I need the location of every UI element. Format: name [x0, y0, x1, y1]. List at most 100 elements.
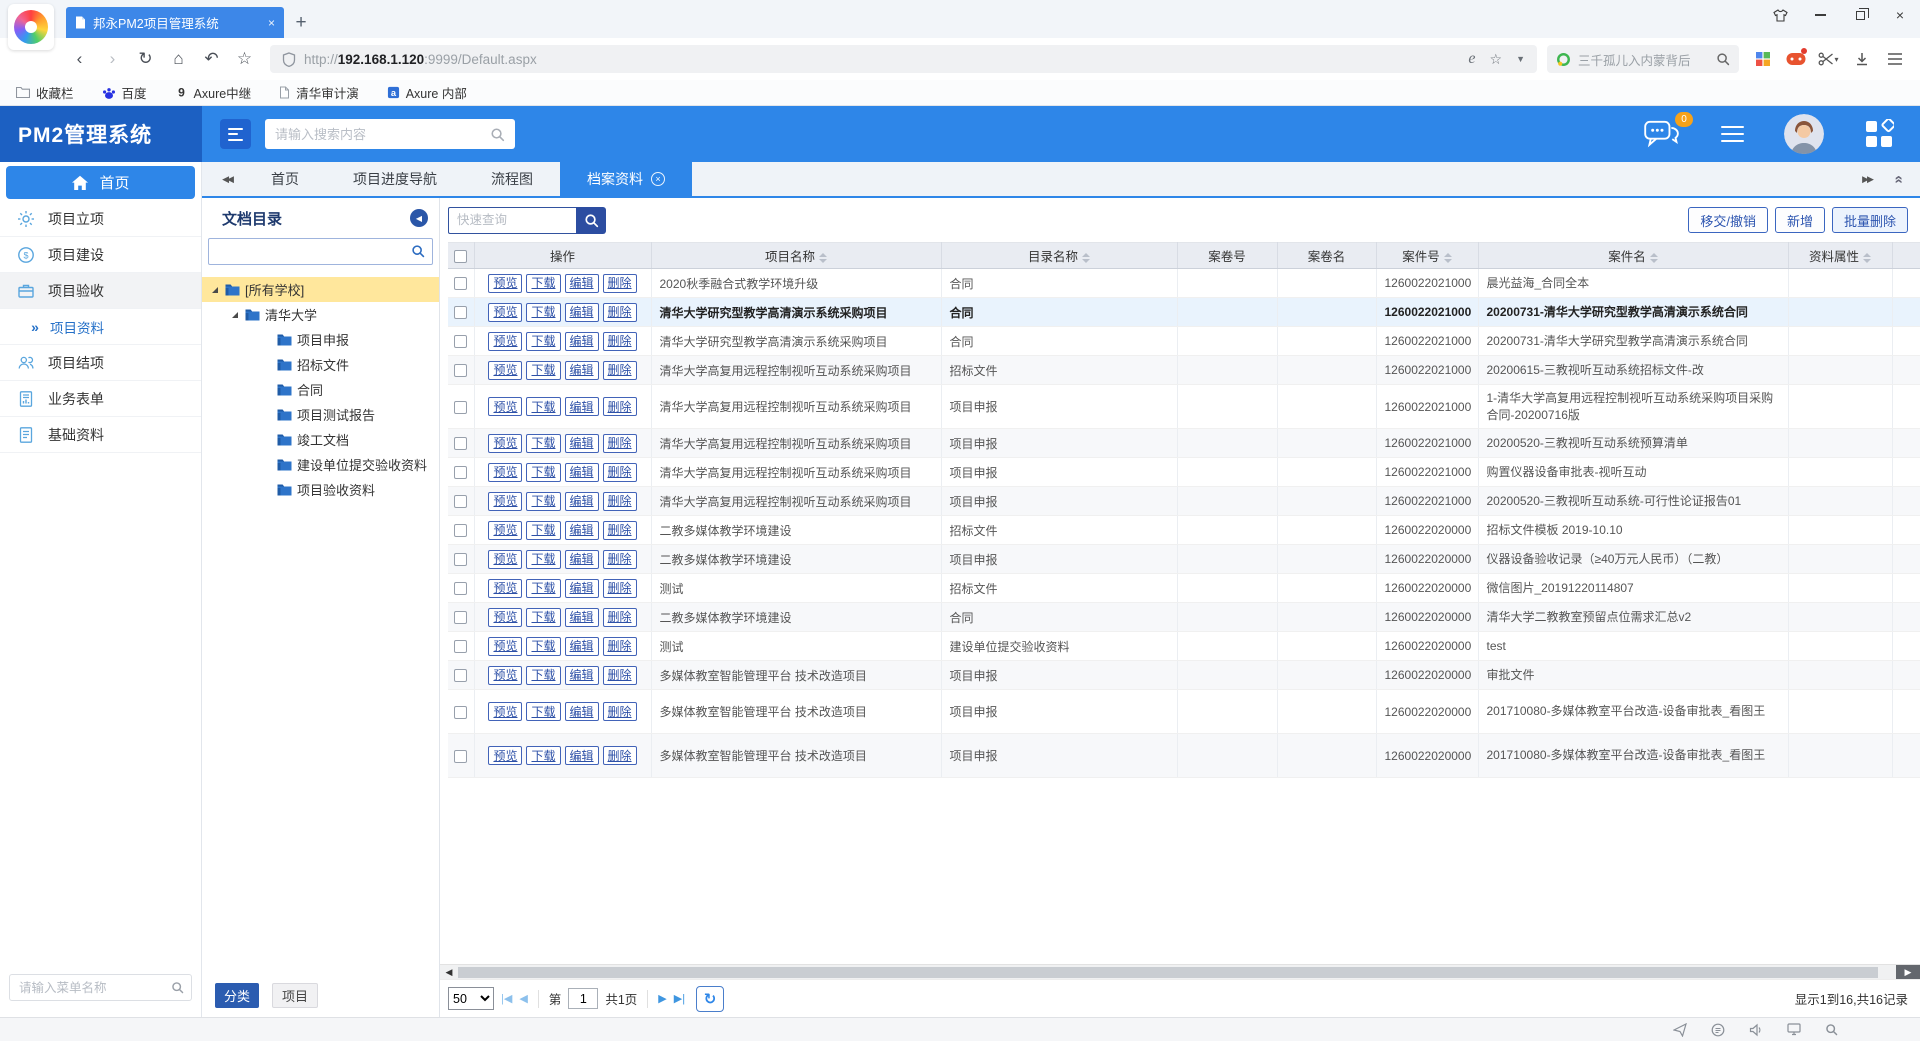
preview-button[interactable]: 预览 — [488, 361, 522, 380]
delete-button[interactable]: 删除 — [603, 579, 637, 598]
download-button[interactable]: 下载 — [526, 746, 560, 765]
sidebar-item[interactable]: »项目资料 — [0, 309, 201, 345]
sort-icon[interactable] — [1082, 253, 1090, 263]
forward-button[interactable]: › — [97, 44, 128, 74]
quick-search-input[interactable] — [448, 207, 576, 234]
delete-button[interactable]: 删除 — [603, 746, 637, 765]
bookmark-item[interactable]: 9Axure中继 — [175, 83, 252, 102]
row-checkbox[interactable] — [454, 364, 467, 377]
tree-mode-button[interactable]: 分类 — [215, 983, 259, 1008]
page-size-select[interactable]: 50 — [448, 987, 494, 1010]
tree-node[interactable]: 项目申报 — [202, 327, 439, 352]
preview-button[interactable]: 预览 — [488, 637, 522, 656]
delete-button[interactable]: 删除 — [603, 637, 637, 656]
zoom-icon[interactable] — [1825, 1023, 1838, 1036]
download-button[interactable]: 下载 — [526, 434, 560, 453]
row-checkbox[interactable] — [454, 495, 467, 508]
sidebar-item[interactable]: $项目建设 — [0, 237, 201, 273]
download-button[interactable]: 下载 — [526, 274, 560, 293]
tree-node[interactable]: 招标文件 — [202, 352, 439, 377]
tree-search-input[interactable] — [208, 238, 433, 265]
browser-menu-icon[interactable] — [1879, 44, 1910, 74]
sidebar-item[interactable]: 项目验收 — [0, 273, 201, 309]
browser-search[interactable]: 三千孤儿入内蒙背后 — [1547, 45, 1739, 73]
sort-icon[interactable] — [819, 253, 827, 263]
preview-button[interactable]: 预览 — [488, 492, 522, 511]
row-checkbox[interactable] — [454, 582, 467, 595]
undo-button[interactable]: ↶ — [196, 44, 227, 74]
delete-button[interactable]: 删除 — [603, 332, 637, 351]
preview-button[interactable]: 预览 — [488, 608, 522, 627]
sidebar-item-home[interactable]: 首页 — [6, 166, 195, 199]
screenshot-scissors-icon[interactable]: ▾ — [1813, 44, 1844, 74]
edit-button[interactable]: 编辑 — [565, 274, 599, 293]
sidebar-item[interactable]: 基础资料 — [0, 417, 201, 453]
row-checkbox[interactable] — [454, 401, 467, 414]
preview-button[interactable]: 预览 — [488, 434, 522, 453]
tab-close-icon[interactable]: × — [651, 172, 665, 186]
edit-button[interactable]: 编辑 — [565, 463, 599, 482]
edit-button[interactable]: 编辑 — [565, 746, 599, 765]
download-button[interactable]: 下载 — [526, 550, 560, 569]
sort-icon[interactable] — [1650, 253, 1658, 263]
add-button[interactable]: 新增 — [1775, 207, 1825, 233]
messages-button[interactable]: 0 — [1643, 120, 1681, 148]
row-checkbox[interactable] — [454, 750, 467, 763]
row-checkbox[interactable] — [454, 466, 467, 479]
download-button[interactable]: 下载 — [526, 579, 560, 598]
expand-icon[interactable] — [232, 312, 238, 318]
download-button[interactable]: 下载 — [526, 666, 560, 685]
preview-button[interactable]: 预览 — [488, 521, 522, 540]
column-header-case_name[interactable]: 案件名 — [1478, 243, 1788, 269]
nav-tab[interactable]: 流程图 — [464, 162, 560, 196]
delete-button[interactable]: 删除 — [603, 434, 637, 453]
scroll-left-icon[interactable]: ◀ — [442, 965, 456, 979]
row-checkbox[interactable] — [454, 437, 467, 450]
edit-button[interactable]: 编辑 — [565, 303, 599, 322]
delete-button[interactable]: 删除 — [603, 361, 637, 380]
edit-button[interactable]: 编辑 — [565, 579, 599, 598]
delete-button[interactable]: 删除 — [603, 608, 637, 627]
column-header-project[interactable]: 项目名称 — [651, 243, 941, 269]
preview-button[interactable]: 预览 — [488, 746, 522, 765]
preview-button[interactable]: 预览 — [488, 274, 522, 293]
row-checkbox[interactable] — [454, 706, 467, 719]
preview-button[interactable]: 预览 — [488, 303, 522, 322]
edit-button[interactable]: 编辑 — [565, 434, 599, 453]
menu-button[interactable] — [1721, 126, 1744, 143]
preview-button[interactable]: 预览 — [488, 332, 522, 351]
download-button[interactable]: 下载 — [526, 608, 560, 627]
column-header-dir[interactable]: 目录名称 — [941, 243, 1177, 269]
delete-button[interactable]: 删除 — [603, 666, 637, 685]
delete-button[interactable]: 删除 — [603, 397, 637, 416]
compatibility-mode-icon[interactable]: e — [1468, 50, 1475, 68]
theme-icon[interactable] — [1760, 3, 1800, 27]
url-bar[interactable]: http://192.168.1.120:9999/Default.aspx e… — [270, 45, 1537, 73]
monitor-icon[interactable] — [1787, 1023, 1801, 1036]
tabs-collapse-icon[interactable]: » — [1884, 162, 1912, 196]
preview-button[interactable]: 预览 — [488, 579, 522, 598]
column-header-attr[interactable]: 资料属性 — [1788, 243, 1892, 269]
tab-close-icon[interactable]: × — [268, 16, 275, 30]
browser-logo[interactable] — [8, 4, 54, 50]
preview-button[interactable]: 预览 — [488, 666, 522, 685]
sidebar-item[interactable]: 项目结项 — [0, 345, 201, 381]
preview-button[interactable]: 预览 — [488, 397, 522, 416]
next-page-button[interactable]: ▶ — [658, 992, 666, 1005]
nav-tab[interactable]: 档案资料× — [560, 162, 692, 196]
horizontal-scrollbar[interactable]: ◀ ▶ — [440, 964, 1920, 979]
tree-node[interactable]: 竣工文档 — [202, 427, 439, 452]
download-button[interactable]: 下载 — [526, 332, 560, 351]
page-number-input[interactable] — [568, 988, 598, 1009]
quick-search-button[interactable] — [576, 207, 606, 234]
download-button[interactable]: 下载 — [526, 492, 560, 511]
sidebar-toggle-button[interactable] — [220, 119, 251, 149]
delete-button[interactable]: 删除 — [603, 492, 637, 511]
download-button[interactable]: 下载 — [526, 521, 560, 540]
transfer-revoke-button[interactable]: 移交/撤销 — [1688, 207, 1768, 233]
bookmark-item[interactable]: 百度 — [102, 83, 147, 102]
tree-node[interactable]: 合同 — [202, 377, 439, 402]
row-checkbox[interactable] — [454, 277, 467, 290]
home-button[interactable]: ⌂ — [163, 44, 194, 74]
global-search-input[interactable] — [275, 127, 484, 142]
